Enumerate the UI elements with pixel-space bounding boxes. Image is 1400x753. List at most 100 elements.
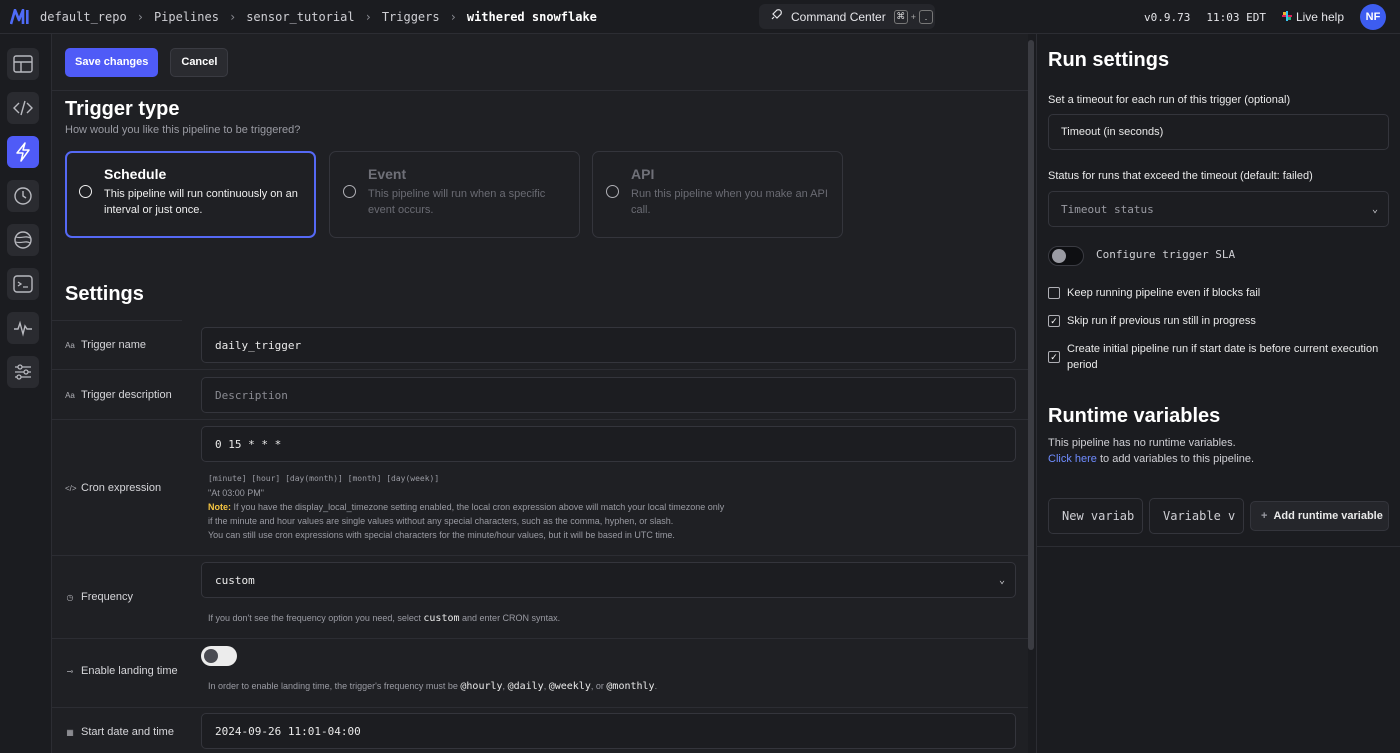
timeout-status-label: Status for runs that exceed the timeout … xyxy=(1048,170,1313,182)
breadcrumb-current: withered snowflake xyxy=(466,9,597,24)
help-text: and enter CRON syntax. xyxy=(462,613,561,623)
help-code: @monthly xyxy=(606,681,655,692)
new-variable-input[interactable]: New variab xyxy=(1048,498,1143,534)
select-placeholder: Timeout status xyxy=(1061,202,1154,216)
text-type-icon: Aa xyxy=(65,340,75,350)
cancel-button[interactable]: Cancel xyxy=(170,47,229,77)
breadcrumb-item[interactable]: default_repo xyxy=(40,10,127,24)
setting-row-landing-time: ⊸ Enable landing time In order to enable … xyxy=(52,638,1028,708)
clock-icon xyxy=(14,187,32,205)
trigger-name-input[interactable]: daily_trigger xyxy=(201,327,1016,363)
terminal-icon xyxy=(13,275,33,293)
toggle-icon: ⊸ xyxy=(66,666,74,676)
note-label: Note: xyxy=(208,502,231,512)
initial-run-checkbox[interactable]: ✓ xyxy=(1048,351,1060,363)
command-center-button[interactable]: Command Center ⌘ + . xyxy=(759,4,935,29)
add-runtime-variable-button[interactable]: + Add runtime variable xyxy=(1250,501,1389,531)
timeout-status-select[interactable]: Timeout status ⌄ xyxy=(1048,191,1389,227)
label-text: Enable landing time xyxy=(81,665,178,677)
option-description: This pipeline will run continuously on a… xyxy=(104,188,298,216)
settings-title: Settings xyxy=(65,283,144,305)
start-date-input[interactable]: 2024-09-26 11:01-04:00 xyxy=(201,713,1016,749)
sliders-icon xyxy=(15,364,31,380)
frequency-label: ◷ Frequency xyxy=(65,591,133,603)
breadcrumb-item[interactable]: Triggers xyxy=(382,10,440,24)
nav-settings[interactable] xyxy=(7,356,39,388)
cron-expression-input[interactable]: 0 15 * * * xyxy=(201,426,1016,462)
click-here-link[interactable]: Click here xyxy=(1048,453,1097,465)
skip-run-label: Skip run if previous run still in progre… xyxy=(1067,315,1256,327)
breadcrumb-item[interactable]: Pipelines xyxy=(154,10,219,24)
trigger-description-input[interactable]: Description xyxy=(201,377,1016,413)
command-center-label: Command Center xyxy=(791,9,886,24)
setting-row-cron: </> Cron expression 0 15 * * * [minute] [… xyxy=(52,419,1028,555)
help-code: @hourly xyxy=(460,681,503,692)
pulse-icon xyxy=(14,320,32,337)
plus-icon: + xyxy=(1261,510,1268,522)
avatar[interactable]: NF xyxy=(1360,4,1386,30)
check-icon: ✓ xyxy=(1050,351,1058,362)
nav-overview[interactable] xyxy=(7,48,39,80)
timeout-input[interactable]: Timeout (in seconds) xyxy=(1048,114,1389,150)
cron-expression-label: </> Cron expression xyxy=(65,482,161,494)
cron-human-readable: "At 03:00 PM" xyxy=(208,488,264,498)
start-date-label: ▦ Start date and time xyxy=(65,726,174,738)
setting-row-description: Aa Trigger description Description xyxy=(52,369,1028,419)
help-text: If you don't see the frequency option yo… xyxy=(208,613,421,623)
frequency-select[interactable]: custom ⌄ xyxy=(201,562,1016,598)
globe-icon xyxy=(14,231,32,249)
nav-monitor[interactable] xyxy=(7,312,39,344)
chevron-right-icon: › xyxy=(364,9,372,24)
trigger-sla-toggle[interactable] xyxy=(1048,246,1084,266)
radio-button[interactable] xyxy=(606,185,619,198)
run-settings-title: Run settings xyxy=(1048,49,1170,71)
clock-icon: ◷ xyxy=(66,592,74,602)
clock-label: 11:03 EDT xyxy=(1206,10,1266,24)
divider xyxy=(1037,546,1400,547)
breadcrumb-item[interactable]: sensor_tutorial xyxy=(246,10,354,24)
variable-value-input[interactable]: Variable v xyxy=(1149,498,1244,534)
version-label: v0.9.73 xyxy=(1143,10,1191,24)
note-line-2: if the minute and hour values are single… xyxy=(208,516,674,526)
label-text: Start date and time xyxy=(81,726,174,738)
initial-run-label: Create initial pipeline run if start dat… xyxy=(1067,343,1379,371)
nav-logs[interactable] xyxy=(7,268,39,300)
chevron-down-icon: ⌄ xyxy=(1371,204,1378,215)
trigger-type-subtitle: How would you like this pipeline to be t… xyxy=(65,124,301,136)
text-type-icon: Aa xyxy=(65,390,75,400)
radio-button[interactable] xyxy=(79,185,92,198)
code-icon xyxy=(13,100,33,116)
nav-runs[interactable] xyxy=(7,180,39,212)
label-text: Frequency xyxy=(81,591,133,603)
keep-running-checkbox[interactable] xyxy=(1048,287,1060,299)
landing-time-toggle[interactable] xyxy=(201,646,237,666)
calendar-icon: ▦ xyxy=(66,727,74,737)
radio-button[interactable] xyxy=(343,185,356,198)
option-title: API xyxy=(631,166,655,182)
frequency-selected-value: custom xyxy=(215,573,255,587)
mage-logo-icon[interactable] xyxy=(0,0,40,34)
main-scrollbar[interactable] xyxy=(1028,40,1034,650)
trigger-name-label: Aa Trigger name xyxy=(65,339,146,351)
nav-backfills[interactable] xyxy=(7,224,39,256)
option-description: Run this pipeline when you make an API c… xyxy=(631,188,828,216)
left-nav xyxy=(0,34,52,753)
trigger-type-title: Trigger type xyxy=(65,98,180,120)
skip-run-checkbox[interactable]: ✓ xyxy=(1048,315,1060,327)
save-changes-button[interactable]: Save changes xyxy=(65,47,159,77)
kbd-plus: + xyxy=(910,11,916,22)
trigger-option-api[interactable]: API Run this pipeline when you make an A… xyxy=(592,151,843,238)
nav-code[interactable] xyxy=(7,92,39,124)
nav-triggers[interactable] xyxy=(7,136,39,168)
right-panel: Run settings Set a timeout for each run … xyxy=(1036,34,1400,753)
label-text: Trigger name xyxy=(81,339,147,351)
label-text: Trigger description xyxy=(81,389,172,401)
live-help-button[interactable]: Live help xyxy=(1281,10,1344,24)
trigger-option-event[interactable]: Event This pipeline will run when a spec… xyxy=(329,151,580,238)
lightning-icon xyxy=(16,142,30,162)
trigger-option-schedule[interactable]: Schedule This pipeline will run continuo… xyxy=(65,151,316,238)
option-title: Event xyxy=(368,166,407,182)
landing-time-help: In order to enable landing time, the tri… xyxy=(208,681,658,692)
breadcrumb: default_repo › Pipelines › sensor_tutori… xyxy=(40,10,597,24)
help-text: or xyxy=(595,681,604,691)
